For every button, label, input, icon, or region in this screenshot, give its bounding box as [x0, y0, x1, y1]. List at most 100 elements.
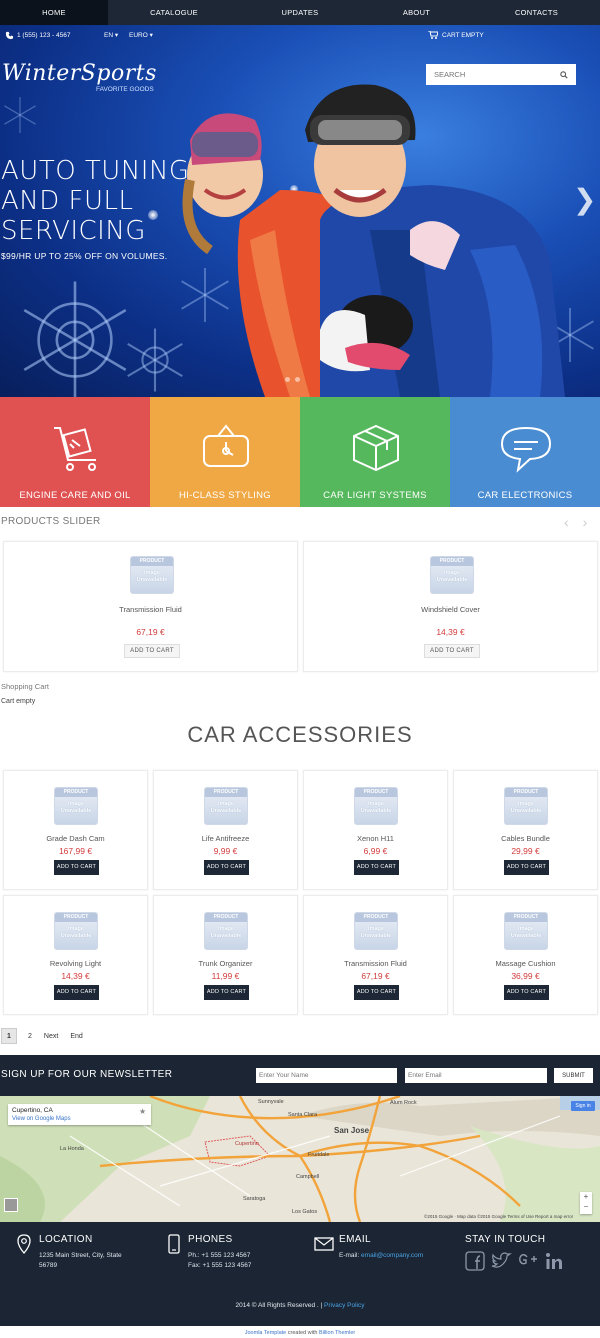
add-to-cart-button[interactable]: ADD TO CART: [124, 644, 180, 658]
product-name[interactable]: Cables Bundle: [454, 834, 597, 843]
google-map[interactable]: Sunnyvale Santa Clara San Jose Cupertino…: [0, 1096, 600, 1222]
slider-dot[interactable]: [285, 377, 290, 382]
view-on-google-maps-link[interactable]: View on Google Maps: [12, 1116, 71, 1122]
placeholder-line: Unavailable: [60, 808, 92, 814]
tile-electronics[interactable]: CAR ELECTRONICS: [450, 397, 600, 507]
caret-down-icon: ▾: [149, 32, 153, 39]
add-to-cart-button[interactable]: ADD TO CART: [54, 985, 99, 1000]
accessory-card[interactable]: PRODUCT Image Unavailable Revolving Ligh…: [3, 895, 148, 1015]
placeholder-top: PRODUCT: [205, 913, 247, 922]
map-label: Fruitdale: [308, 1152, 330, 1158]
product-price: 14,39 €: [436, 627, 465, 637]
footer-email-link[interactable]: email@company.com: [361, 1252, 423, 1259]
google-plus-icon[interactable]: [517, 1251, 539, 1271]
newsletter-submit-button[interactable]: SUBMIT: [554, 1068, 593, 1083]
placeholder-top: PRODUCT: [505, 788, 547, 797]
product-price: 36,99 €: [511, 971, 540, 981]
zoom-in-icon[interactable]: +: [580, 1192, 592, 1202]
product-image-placeholder: PRODUCT Image Unavailable: [130, 556, 174, 594]
add-to-cart-button[interactable]: ADD TO CART: [354, 860, 399, 875]
header-toolbar: 1 (555) 123 - 4567 EN ▾ EURO ▾ CART EMPT…: [0, 25, 600, 45]
add-to-cart-button[interactable]: ADD TO CART: [354, 985, 399, 1000]
product-card[interactable]: PRODUCT Image Unavailable Transmission F…: [3, 541, 298, 672]
add-to-cart-button[interactable]: ADD TO CART: [504, 860, 549, 875]
accessory-card[interactable]: PRODUCT Image Unavailable Trunk Organize…: [153, 895, 298, 1015]
twitter-icon[interactable]: [490, 1251, 512, 1271]
product-name[interactable]: Trunk Organizer: [154, 959, 297, 968]
nav-item-home[interactable]: HOME: [0, 0, 108, 25]
slider-dots: [285, 377, 300, 382]
placeholder-line: Unavailable: [360, 933, 392, 939]
tile-engine-care[interactable]: ENGINE CARE AND OIL: [0, 397, 150, 507]
hero-headline: AUTO TUNING AND FULL SERVICING: [1, 156, 190, 246]
accessory-card[interactable]: PRODUCT Image Unavailable Life Antifreez…: [153, 770, 298, 890]
cart-link[interactable]: CART EMPTY: [428, 31, 484, 39]
product-name[interactable]: Transmission Fluid: [304, 959, 447, 968]
newsletter-name-input[interactable]: [256, 1068, 397, 1083]
top-navigation: HOME CATALOGUE UPDATES ABOUT CONTACTS: [0, 0, 600, 25]
accessory-card[interactable]: PRODUCT Image Unavailable Cables Bundle …: [453, 770, 598, 890]
product-name[interactable]: Transmission Fluid: [4, 605, 297, 614]
page-end-link[interactable]: End: [69, 1028, 83, 1044]
placeholder-line: Unavailable: [136, 577, 168, 583]
nav-item-about[interactable]: ABOUT: [360, 0, 473, 25]
shopping-cart-title: Shopping Cart: [1, 682, 49, 691]
accessory-card[interactable]: PRODUCT Image Unavailable Massage Cushio…: [453, 895, 598, 1015]
billion-themler-link[interactable]: Billion Themler: [319, 1330, 355, 1336]
product-name[interactable]: Xenon H11: [304, 834, 447, 843]
chevron-left-icon[interactable]: ‹: [564, 514, 569, 530]
privacy-policy-link[interactable]: Privacy Policy: [324, 1302, 364, 1309]
footer-phones-title: PHONES: [188, 1234, 233, 1245]
search-input[interactable]: [426, 65, 556, 84]
slider-next-arrow-icon[interactable]: ❯: [573, 183, 596, 216]
map-sign-in-button[interactable]: Sign in: [571, 1101, 595, 1111]
language-select[interactable]: EN ▾: [104, 31, 118, 39]
star-icon[interactable]: ★: [139, 1107, 146, 1116]
add-to-cart-button[interactable]: ADD TO CART: [54, 860, 99, 875]
product-image-placeholder: PRODUCT Image Unavailable: [204, 787, 248, 825]
product-name[interactable]: Windshield Cover: [304, 605, 597, 614]
map-label: Saratoga: [243, 1196, 266, 1202]
placeholder-line: Image: [444, 570, 460, 576]
placeholder-line: Image: [144, 570, 160, 576]
tile-light-systems[interactable]: CAR LIGHT SYSTEMS: [300, 397, 450, 507]
product-name[interactable]: Grade Dash Cam: [4, 834, 147, 843]
map-zoom-control[interactable]: + −: [580, 1192, 592, 1214]
placeholder-line: Unavailable: [510, 933, 542, 939]
product-name[interactable]: Massage Cushion: [454, 959, 597, 968]
page-next-link[interactable]: Next: [43, 1028, 59, 1044]
footer-email-label: E-mail:: [339, 1252, 360, 1259]
product-image-placeholder: PRODUCT Image Unavailable: [354, 787, 398, 825]
add-to-cart-button[interactable]: ADD TO CART: [204, 985, 249, 1000]
joomla-template-link[interactable]: Joomla Template: [245, 1330, 286, 1336]
street-view-icon[interactable]: [4, 1198, 18, 1212]
map-label: Alum Rock: [390, 1100, 417, 1106]
map-label: San Jose: [334, 1126, 370, 1135]
search-box: [426, 64, 576, 85]
footer-email: EMAIL E-mail: email@company.com: [339, 1234, 423, 1261]
search-icon[interactable]: [556, 67, 572, 83]
add-to-cart-button[interactable]: ADD TO CART: [504, 985, 549, 1000]
nav-item-contacts[interactable]: CONTACTS: [473, 0, 600, 25]
add-to-cart-button[interactable]: ADD TO CART: [424, 644, 480, 658]
chevron-right-icon[interactable]: ›: [583, 514, 588, 530]
page-2-link[interactable]: 2: [27, 1028, 33, 1044]
page-1-link[interactable]: 1: [1, 1028, 17, 1044]
accessory-card[interactable]: PRODUCT Image Unavailable Xenon H11 6,99…: [303, 770, 448, 890]
newsletter-email-input[interactable]: [405, 1068, 547, 1083]
linkedin-icon[interactable]: [544, 1251, 564, 1271]
product-name[interactable]: Revolving Light: [4, 959, 147, 968]
add-to-cart-button[interactable]: ADD TO CART: [204, 860, 249, 875]
zoom-out-icon[interactable]: −: [580, 1202, 592, 1212]
tile-styling[interactable]: HI-CLASS STYLING: [150, 397, 300, 507]
accessory-card[interactable]: PRODUCT Image Unavailable Grade Dash Cam…: [3, 770, 148, 890]
currency-select[interactable]: EURO ▾: [129, 31, 153, 39]
accessory-card[interactable]: PRODUCT Image Unavailable Transmission F…: [303, 895, 448, 1015]
site-logo[interactable]: WinterSports: [2, 61, 157, 86]
facebook-icon[interactable]: [465, 1251, 485, 1271]
nav-item-catalogue[interactable]: CATALOGUE: [108, 0, 240, 25]
slider-dot[interactable]: [295, 377, 300, 382]
product-card[interactable]: PRODUCT Image Unavailable Windshield Cov…: [303, 541, 598, 672]
product-name[interactable]: Life Antifreeze: [154, 834, 297, 843]
nav-item-updates[interactable]: UPDATES: [240, 0, 360, 25]
